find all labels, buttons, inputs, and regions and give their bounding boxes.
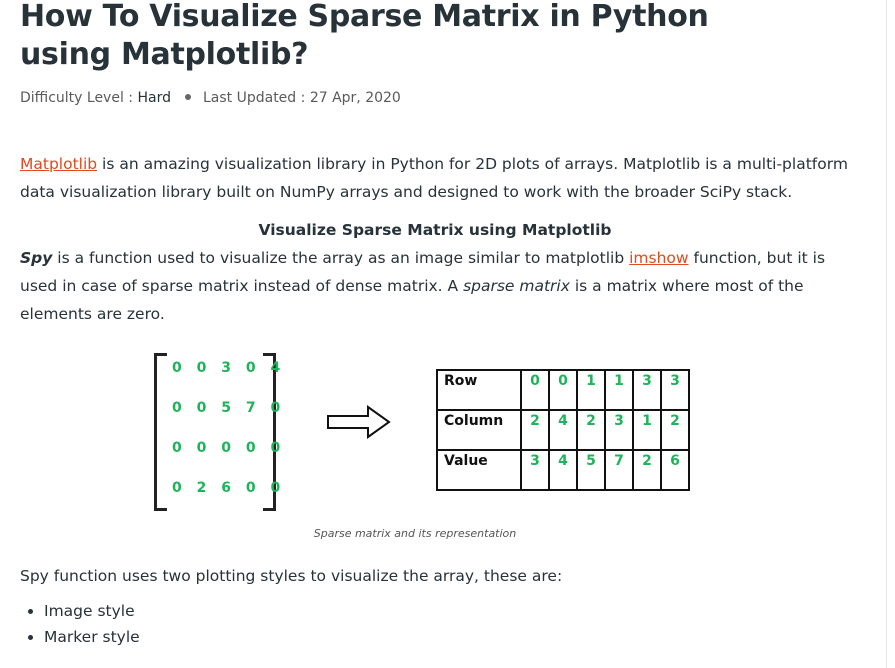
intro-paragraph: Matplotlib is an amazing visualization l…: [20, 150, 850, 206]
spy-paragraph: Spy is a function used to visualize the …: [20, 244, 850, 328]
difficulty-value: Hard: [137, 90, 171, 106]
matrix-row: 0 0 0 0 0: [172, 440, 286, 456]
table-cell: 3: [632, 369, 662, 411]
table-cell: 5: [576, 449, 606, 491]
table-row: Row 0 0 1 1 3 3: [436, 369, 690, 411]
table-cell: 4: [548, 449, 578, 491]
list-item: Marker style: [44, 624, 140, 650]
table-cell: 1: [604, 369, 634, 411]
arrow-right-icon: [327, 405, 391, 439]
sparse-matrix-figure: 0 0 3 0 4 0 0 5 7 0 0 0 0 0 0 0 2 6 0 0 …: [150, 350, 710, 520]
styles-list: Image style Marker style: [20, 598, 140, 650]
table-cell: 0: [520, 369, 550, 411]
sparse-representation-table: Row 0 0 1 1 3 3 Column 2 4 2 3 1 2 Value 3 4 5 7 2 6: [436, 369, 690, 491]
table-cell: 0: [548, 369, 578, 411]
table-cell: 6: [660, 449, 690, 491]
spy-em: sparse matrix: [463, 277, 570, 295]
table-cell: 1: [576, 369, 606, 411]
figure-caption: Sparse matrix and its representation: [313, 527, 517, 540]
spy-term: Spy: [20, 249, 53, 267]
list-item: Image style: [44, 598, 140, 624]
page-border: [886, 0, 887, 668]
table-cell: 3: [520, 449, 550, 491]
table-cell: 3: [660, 369, 690, 411]
table-cell: 7: [604, 449, 634, 491]
matrix-row: 0 0 5 7 0: [172, 400, 286, 416]
table-cell: 2: [632, 449, 662, 491]
row-label: Row: [436, 369, 522, 411]
difficulty-label: Difficulty Level :: [20, 90, 134, 106]
updated-label: Last Updated :: [202, 90, 306, 106]
matrix-row: 0 0 3 0 4: [172, 360, 286, 376]
matplotlib-link[interactable]: Matplotlib: [20, 155, 97, 173]
row-label: Column: [436, 409, 522, 451]
table-cell: 1: [632, 409, 662, 451]
dense-matrix: 0 0 3 0 4 0 0 5 7 0 0 0 0 0 0 0 2 6 0 0: [172, 350, 285, 510]
table-cell: 2: [660, 409, 690, 451]
table-row: Value 3 4 5 7 2 6: [436, 449, 690, 491]
imshow-link[interactable]: imshow: [629, 249, 688, 267]
row-label: Value: [436, 449, 522, 491]
page-title: How To Visualize Sparse Matrix in Python…: [20, 0, 709, 72]
updated-value: 27 Apr, 2020: [309, 90, 401, 106]
section-heading: Visualize Sparse Matrix using Matplotlib: [258, 221, 612, 239]
spy-text: is a function used to visualize the arra…: [52, 249, 630, 267]
styles-intro: Spy function uses two plotting styles to…: [20, 567, 563, 585]
separator-dot: [184, 94, 191, 100]
left-bracket: [154, 353, 167, 511]
article-meta: Difficulty Level : Hard Last Updated : 27…: [20, 90, 401, 106]
table-row: Column 2 4 2 3 1 2: [436, 409, 690, 451]
table-cell: 2: [576, 409, 606, 451]
table-cell: 3: [604, 409, 634, 451]
intro-text: is an amazing visualization library in P…: [20, 155, 848, 201]
table-cell: 2: [520, 409, 550, 451]
table-cell: 4: [548, 409, 578, 451]
matrix-row: 0 2 6 0 0: [172, 480, 286, 496]
